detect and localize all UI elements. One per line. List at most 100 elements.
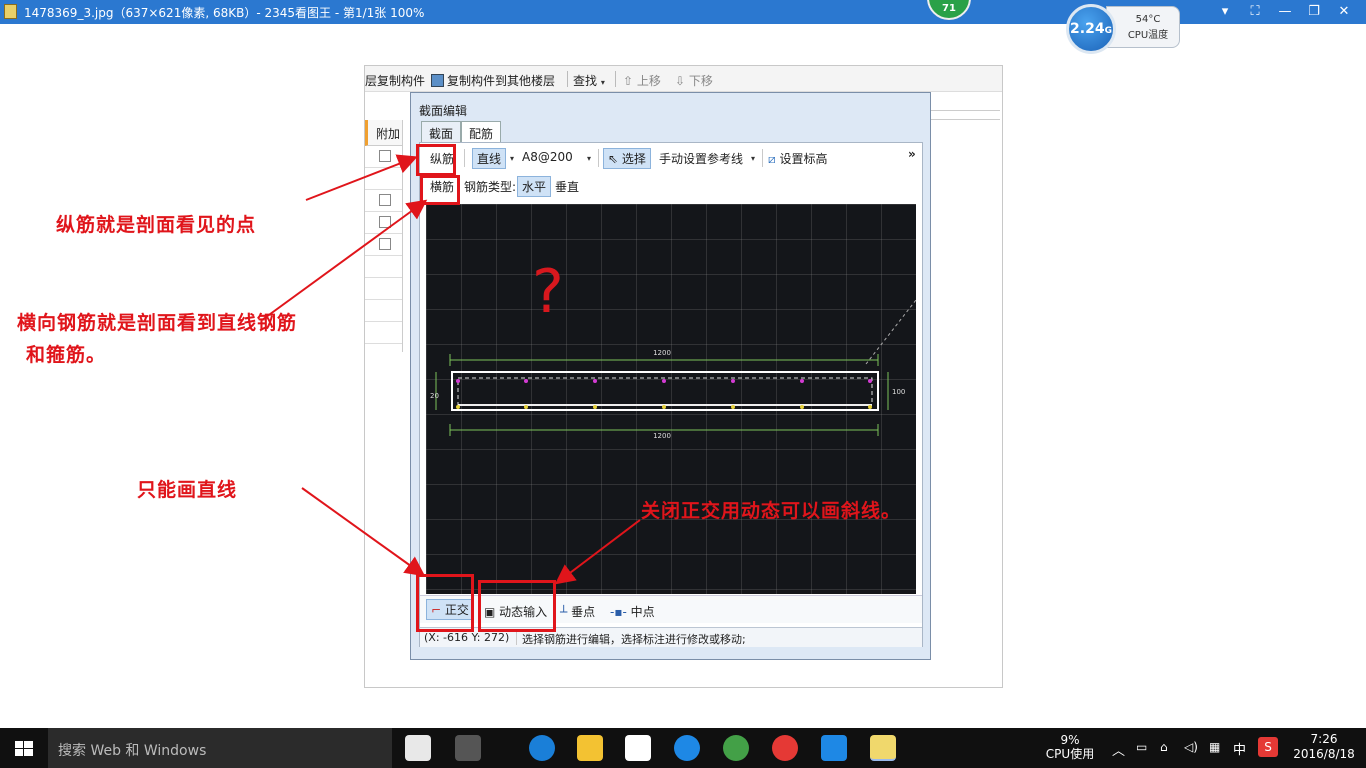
windows-icon — [15, 741, 33, 756]
move-down-button[interactable]: ⇩ 下移 — [675, 72, 713, 89]
taskbar-app-icon[interactable] — [455, 735, 481, 761]
store-icon[interactable] — [625, 735, 651, 761]
rebar-spec-select[interactable]: A8@200 — [522, 150, 573, 164]
rebar-type-label: 钢筋类型: — [464, 180, 517, 194]
select-button[interactable]: ⇖ 选择 — [603, 148, 651, 169]
annotation-transverse-2: 和箍筋。 — [26, 344, 107, 366]
bg-table: 附加 — [365, 120, 403, 352]
line-mode-button[interactable]: 直线 — [472, 148, 507, 169]
annotation-transverse-1: 横向钢筋就是剖面看到直线钢筋 — [17, 312, 298, 334]
midpoint-icon: -▪- — [610, 605, 627, 619]
cpu-usage-label: CPU使用 — [1045, 747, 1095, 761]
start-button[interactable] — [0, 728, 48, 768]
perpendicular-icon: ┴ — [560, 605, 568, 619]
leader-line — [865, 299, 917, 365]
spec-dropdown-icon[interactable]: ▾ — [587, 154, 591, 163]
dim-right-label[interactable]: 100 — [892, 388, 905, 396]
cpu-usage: 9% CPU使用 — [1040, 733, 1100, 761]
elevation-icon: ⧄ — [768, 152, 776, 166]
tray-chevron-icon[interactable]: ︿ — [1112, 740, 1125, 759]
taskbar-app-icon[interactable] — [674, 735, 700, 761]
battery-icon[interactable]: ▭ — [1136, 740, 1147, 754]
move-up-button[interactable]: ⇧ 上移 — [623, 72, 661, 89]
cpu-temp-label: CPU温度 — [1127, 30, 1169, 41]
row-checkbox[interactable] — [379, 216, 391, 228]
section-drawing: 1200 1200 20 100 ? — [430, 257, 917, 440]
tab-rebar[interactable]: 配筋 — [461, 121, 502, 143]
dialog-title: 截面编辑 — [419, 104, 468, 118]
highlight-dynamic-input — [478, 580, 556, 632]
line-mode-dropdown-icon[interactable]: ▾ — [510, 154, 514, 163]
highlight-longitudinal — [416, 144, 456, 176]
memory-value: 2.24 — [1070, 21, 1105, 37]
fullscreen-icon[interactable]: ⛶ — [1246, 3, 1264, 21]
copy-to-floors-button[interactable]: 复制构件到其他楼层 — [431, 72, 555, 89]
memory-circle: 2.24G — [1066, 4, 1116, 54]
top-rebar-dots — [456, 379, 872, 383]
more-icon[interactable]: » — [908, 147, 916, 161]
dim-top-label[interactable]: 1200 — [653, 349, 671, 357]
annotation-diagonal: 关闭正交用动态可以画斜线。 — [641, 500, 902, 522]
midpoint-button[interactable]: -▪- 中点 — [610, 603, 655, 620]
clock-date: 2016/8/18 — [1293, 747, 1355, 761]
close-icon[interactable]: ✕ — [1335, 3, 1353, 21]
edge-icon[interactable] — [529, 735, 555, 761]
network-icon[interactable]: ⌂ — [1160, 740, 1168, 754]
restore-icon[interactable]: ❐ — [1305, 3, 1323, 21]
search-box[interactable]: 搜索 Web 和 Windows — [48, 728, 392, 768]
manual-ref-line-button[interactable]: 手动设置参考线 — [659, 150, 743, 167]
main-toolbar: 层复制构件 复制构件到其他楼层 查找 ▾ ⇧ 上移 ⇩ 下移 — [365, 66, 1002, 92]
highlight-ortho — [416, 574, 474, 632]
viewer-title: 1478369_3.jpg（637×621像素, 68KB）- 2345看图王 … — [24, 6, 425, 20]
coordinates-readout: (X: -616 Y: 272) — [424, 631, 510, 644]
cpu-temp: 54°C — [1135, 14, 1161, 25]
annotation-longitudinal: 纵筋就是剖面看见的点 — [56, 214, 257, 236]
keyboard-icon[interactable]: ▦ — [1209, 740, 1220, 754]
dim-bottom-label[interactable]: 1200 — [653, 432, 671, 440]
row-checkbox[interactable] — [379, 194, 391, 206]
row-checkbox[interactable] — [379, 238, 391, 250]
ref-line-dropdown-icon[interactable]: ▾ — [751, 154, 755, 163]
app-icon — [4, 4, 17, 19]
vertical-button[interactable]: 垂直 — [555, 178, 579, 195]
copy-floors-icon — [431, 74, 444, 87]
sogou-icon[interactable]: S — [1258, 737, 1278, 757]
memory-unit: G — [1104, 26, 1112, 36]
horizontal-button[interactable]: 水平 — [517, 176, 552, 197]
cursor-icon: ⇖ — [608, 152, 619, 166]
ime-indicator[interactable]: 中 — [1233, 739, 1246, 758]
dim-left-label[interactable]: 20 — [430, 392, 439, 400]
find-button[interactable]: 查找 ▾ — [573, 72, 605, 89]
cpu-temp-panel: 54°C CPU温度 — [1106, 6, 1180, 48]
minimize-icon[interactable]: — — [1276, 3, 1294, 21]
image-viewer-icon[interactable] — [870, 735, 896, 761]
perpendicular-button[interactable]: ┴ 垂点 — [560, 603, 595, 620]
row-checkbox[interactable] — [379, 150, 391, 162]
clock-time: 7:26 — [1310, 732, 1338, 746]
bg-table-header: 附加 — [365, 120, 402, 146]
taskbar-app-icon[interactable] — [723, 735, 749, 761]
tab-section[interactable]: 截面 — [421, 121, 462, 142]
status-message: 选择钢筋进行编辑，选择标注进行修改或移动; — [522, 633, 746, 646]
dropdown-icon[interactable]: ▾ — [1216, 3, 1234, 21]
copy-layer-button[interactable]: 层复制构件 — [365, 72, 425, 89]
highlight-transverse — [420, 175, 460, 205]
volume-icon[interactable]: ◁) — [1184, 740, 1198, 754]
question-mark: ? — [532, 257, 564, 327]
set-elevation-button[interactable]: ⧄ 设置标高 — [768, 150, 827, 167]
drawing-canvas[interactable]: 1200 1200 20 100 ? — [426, 204, 917, 594]
speed-badge[interactable]: 71 — [927, 0, 971, 20]
bg-table-right — [930, 110, 1000, 120]
taskbar-app-icon[interactable] — [821, 735, 847, 761]
taskbar: 搜索 Web 和 Windows 9% CPU使用 ︿ ▭ ⌂ ◁) ▦ 中 S… — [0, 728, 1366, 768]
taskbar-app-icon[interactable] — [405, 735, 431, 761]
clock[interactable]: 7:26 2016/8/18 — [1292, 732, 1356, 762]
annotation-line-only: 只能画直线 — [137, 479, 238, 501]
file-explorer-icon[interactable] — [577, 735, 603, 761]
rebar-toolbar-1: 纵筋 直线 ▾ A8@200 ▾ ⇖ 选择 手动设置参考线 ▾ ⧄ 设置标高 » — [420, 145, 922, 171]
taskbar-app-icon[interactable] — [772, 735, 798, 761]
rebar-toolbar-2: 横筋 钢筋类型: 水平 垂直 — [420, 173, 922, 199]
cpu-widget[interactable]: 54°C CPU温度 2.24G — [1066, 4, 1180, 54]
cpu-usage-value: 9% — [1060, 733, 1080, 747]
search-placeholder: 搜索 Web 和 Windows — [58, 743, 207, 759]
